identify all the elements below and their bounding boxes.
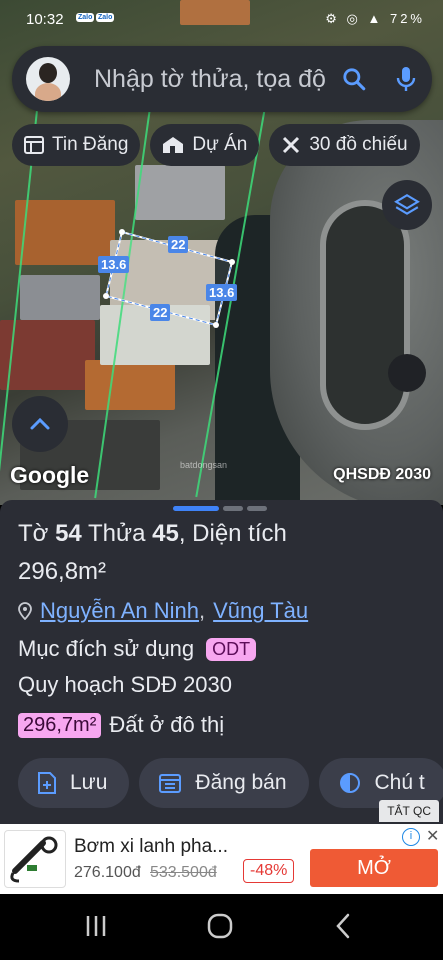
search-icon[interactable]	[336, 61, 372, 97]
chip-label: 30 đồ chiếu	[309, 134, 408, 155]
title-prefix: Tờ	[18, 520, 49, 547]
pager-dot	[247, 506, 267, 511]
home-icon[interactable]	[207, 913, 233, 939]
mic-icon[interactable]	[388, 61, 424, 97]
hide-ads-button[interactable]: TẮT QC	[379, 800, 439, 822]
plan-use: Đất ở đô thị	[109, 712, 225, 737]
save-label: Lưu	[70, 771, 108, 794]
layers-button[interactable]	[382, 180, 432, 230]
back-icon[interactable]	[334, 912, 352, 940]
title-suffix: , Diện tích	[178, 520, 287, 547]
measure-bottom: 22	[150, 304, 171, 321]
ad-product-name[interactable]: Bơm xi lanh pha...	[74, 836, 228, 858]
ad-product-image[interactable]	[4, 830, 66, 888]
ad-old-price: 533.500đ	[150, 864, 217, 881]
chevron-up-icon	[30, 417, 50, 430]
measure-right: 13.6	[206, 284, 238, 301]
house-icon	[163, 137, 184, 153]
google-logo: Google	[10, 462, 90, 488]
parcel-number: 45	[152, 520, 179, 547]
note-label: Chú t	[374, 771, 425, 794]
status-icons: ⚙ ◎ ▲ 72%	[325, 11, 425, 26]
chip-tin-dang[interactable]: Tin Đăng	[12, 124, 141, 166]
post-sale-label: Đăng bán	[195, 771, 287, 794]
system-nav-bar	[0, 894, 443, 960]
chip-do-chieu[interactable]: 30 đồ chiếu	[269, 124, 420, 166]
measure-top: 22	[168, 236, 189, 253]
title-mid: Thửa	[88, 520, 146, 547]
pager-dot-active	[173, 506, 219, 511]
contrast-icon	[339, 773, 360, 793]
save-button[interactable]: Lưu	[18, 758, 130, 808]
chip-label: Dự Án	[192, 134, 248, 155]
calendar-icon	[159, 774, 182, 793]
search-bar[interactable]: Nhập tờ thửa, tọa độ	[12, 46, 432, 112]
status-time: 10:32	[26, 11, 64, 28]
zalo-icon: Zalo	[76, 13, 95, 22]
watermark: batdongsan	[180, 460, 228, 470]
address-separator: ,	[199, 598, 206, 623]
status-bar: 10:32 Zalo Zalo ⚙ ◎ ▲ 72%	[0, 0, 443, 40]
filter-chips: Tin Đăng Dự Án 30 đồ chiếu	[12, 124, 420, 166]
info-icon[interactable]: i	[402, 828, 420, 846]
pager-dot	[223, 506, 243, 511]
ad-discount-badge: -48%	[243, 859, 295, 883]
layers-icon	[394, 193, 420, 215]
expand-up-button[interactable]	[12, 396, 68, 452]
post-sale-button[interactable]: Đăng bán	[139, 758, 309, 808]
avatar[interactable]	[26, 57, 70, 101]
sheet-number: 54	[55, 520, 82, 547]
zalo-icon: Zalo	[96, 13, 115, 22]
save-icon	[38, 772, 56, 794]
purpose-badge: ODT	[206, 637, 257, 661]
ad-price: 276.100đ	[74, 864, 141, 881]
measure-left: 13.6	[98, 256, 130, 273]
recent-apps-icon[interactable]	[84, 914, 108, 938]
plan-row: 296,7m² Đất ở đô thị	[18, 712, 224, 738]
plan-area-badge: 296,7m²	[18, 712, 102, 738]
close-icon[interactable]: ✕	[426, 826, 439, 846]
chip-label: Tin Đăng	[52, 134, 129, 155]
location-pin-icon	[18, 602, 32, 620]
sheet-pager	[173, 506, 267, 511]
parcel-address: Nguyễn An Ninh, Vũng Tàu	[18, 598, 308, 624]
city-link[interactable]: Vũng Tàu	[213, 598, 308, 624]
list-icon	[24, 136, 44, 154]
search-input[interactable]: Nhập tờ thửa, tọa độ	[94, 65, 330, 94]
parcel-title: Tờ 54 Thửa 45, Diện tích	[18, 520, 287, 548]
parcel-area: 296,8m²	[18, 558, 107, 585]
floating-dot-button[interactable]	[388, 354, 426, 392]
ad-banner[interactable]: Bơm xi lanh pha... 276.100đ 533.500đ -48…	[0, 824, 443, 894]
battery-text: 72%	[389, 11, 425, 26]
purpose-row: Mục đích sử dụng ODT	[18, 636, 257, 662]
purpose-label: Mục đích sử dụng	[18, 636, 195, 661]
plan-label: Quy hoạch SDĐ 2030	[18, 672, 233, 697]
ad-open-button[interactable]: MỞ	[310, 849, 438, 887]
street-link[interactable]: Nguyễn An Ninh	[40, 598, 199, 624]
layer-label: QHSDĐ 2030	[333, 466, 431, 483]
cross-tools-icon	[283, 136, 300, 154]
chip-du-an[interactable]: Dự Án	[150, 124, 260, 166]
parcel-sheet[interactable]: Tờ 54 Thửa 45, Diện tích 296,8m² Nguyễn …	[0, 500, 443, 830]
